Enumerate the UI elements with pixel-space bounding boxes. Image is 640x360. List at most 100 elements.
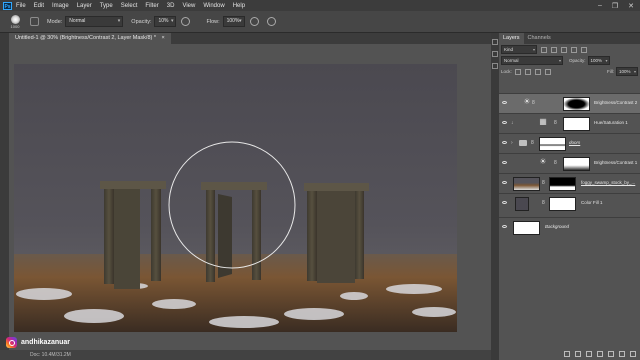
color-fill-thumbnail[interactable]	[515, 197, 529, 211]
document-tab[interactable]: Untitled-1 @ 30% (Brightness/Contrast 2,…	[9, 33, 171, 44]
layer-name: Color Fill 1	[581, 200, 603, 205]
link-icon: 8	[554, 160, 557, 166]
tab-channels[interactable]: Channels	[524, 33, 555, 44]
menu-edit[interactable]: Edit	[34, 3, 44, 9]
layer-row[interactable]: ☀ 8 Brightness/Contrast 2	[499, 93, 640, 113]
background-thumbnail[interactable]	[513, 221, 540, 235]
layer-mask-thumbnail[interactable]	[549, 177, 576, 191]
layer-mask-thumbnail[interactable]	[563, 117, 590, 131]
close-window-icon[interactable]: ✕	[628, 2, 634, 10]
instagram-icon	[6, 337, 17, 348]
flow-label: Flow:	[206, 18, 220, 25]
fill-field[interactable]: 100%	[616, 67, 638, 76]
layer-image-thumbnail[interactable]	[513, 177, 540, 191]
layer-opacity-label: Opacity:	[569, 58, 586, 63]
lock-image-icon[interactable]	[524, 68, 531, 75]
restore-icon[interactable]: ❐	[612, 2, 618, 10]
new-adjustment-icon[interactable]	[597, 351, 603, 357]
group-mask-thumbnail[interactable]	[539, 137, 566, 151]
lock-label: Lock:	[501, 69, 512, 74]
fill-label: Fill:	[607, 69, 614, 74]
delete-layer-icon[interactable]	[630, 351, 636, 357]
brush-preset-picker[interactable]: 1000	[4, 14, 26, 30]
properties-icon[interactable]	[492, 51, 498, 57]
menu-type[interactable]: Type	[100, 3, 113, 9]
type-filter-icon[interactable]	[561, 46, 567, 53]
visibility-eye-icon[interactable]	[502, 101, 507, 104]
layers-bottom-toolbar	[499, 351, 640, 360]
menu-view[interactable]: View	[182, 3, 195, 9]
menu-window[interactable]: Window	[203, 3, 224, 9]
link-icon: 8	[531, 140, 534, 146]
brush-settings-icon[interactable]	[30, 17, 39, 26]
menu-bar: Ps File Edit Image Layer Type Select Fil…	[0, 0, 640, 11]
instagram-handle: andhikazanuar	[21, 339, 71, 346]
menu-image[interactable]: Image	[52, 3, 69, 9]
document-title: Untitled-1 @ 30% (Brightness/Contrast 2,…	[15, 35, 157, 41]
flow-field[interactable]: 100%	[222, 16, 245, 27]
kind-filter-dropdown[interactable]: Kind	[501, 45, 537, 54]
menu-layer[interactable]: Layer	[77, 3, 92, 9]
link-layers-icon[interactable]	[564, 351, 570, 357]
layer-row[interactable]: ↓ ▦ 8 Hue/Saturation 1	[499, 113, 640, 133]
layer-mask-thumbnail[interactable]	[563, 157, 590, 171]
close-tab-icon[interactable]: ×	[162, 35, 165, 41]
photoshop-logo-icon[interactable]: Ps	[3, 1, 12, 10]
layer-opacity-field[interactable]: 100%	[587, 56, 610, 65]
layer-row[interactable]: 8 Color Fill 1	[499, 193, 640, 213]
lock-all-icon[interactable]	[544, 68, 551, 75]
layer-row[interactable]: › 8 doors	[499, 133, 640, 153]
mode-dropdown[interactable]: Normal	[65, 16, 124, 27]
layer-name: Brightness/Contrast 2	[594, 100, 638, 105]
link-icon: 8	[554, 120, 557, 126]
layer-name: Background	[545, 224, 570, 229]
panel-tabs: Layers Channels	[499, 33, 640, 44]
layer-name: Hue/Saturation 1	[594, 120, 628, 125]
adjustment-filter-icon[interactable]	[551, 46, 557, 53]
menu-filter[interactable]: Filter	[145, 3, 158, 9]
brightness-icon: ☀	[523, 97, 531, 106]
visibility-eye-icon[interactable]	[502, 201, 507, 204]
menu-file[interactable]: File	[16, 3, 26, 9]
doc-size-status: Doc: 10.4M/31.2M	[30, 352, 71, 358]
document-canvas[interactable]	[14, 64, 457, 332]
visibility-eye-icon[interactable]	[502, 225, 507, 228]
airbrush-icon[interactable]	[249, 17, 259, 26]
instagram-watermark: andhikazanuar	[6, 337, 70, 348]
lock-position-icon[interactable]	[534, 68, 541, 75]
menu-3d[interactable]: 3D	[167, 3, 175, 9]
lock-pixels-icon[interactable]	[514, 68, 521, 75]
layer-row[interactable]: Background	[499, 217, 640, 237]
new-group-icon[interactable]	[608, 351, 614, 357]
visibility-eye-icon[interactable]	[502, 141, 507, 144]
visibility-eye-icon[interactable]	[502, 161, 507, 164]
menu-select[interactable]: Select	[121, 3, 138, 9]
add-mask-icon[interactable]	[586, 351, 592, 357]
swatches-icon[interactable]	[492, 63, 498, 69]
blend-mode-dropdown[interactable]: Normal	[501, 56, 563, 65]
layer-row[interactable]: 8 foggy_swamp_stock_by_...	[499, 173, 640, 193]
menu-help[interactable]: Help	[233, 3, 245, 9]
pressure-opacity-icon[interactable]	[181, 17, 191, 26]
status-bar: Doc: 10.4M/31.2M	[0, 350, 491, 360]
visibility-eye-icon[interactable]	[502, 181, 507, 184]
layer-row[interactable]: ☀ 8 Brightness/Contrast 1	[499, 153, 640, 173]
shape-filter-icon[interactable]	[571, 46, 577, 53]
pixel-filter-icon[interactable]	[541, 46, 547, 53]
lock-row: Lock: Fill: 100%	[499, 66, 640, 77]
pressure-size-icon[interactable]	[266, 17, 276, 26]
new-layer-icon[interactable]	[619, 351, 625, 357]
tab-layers[interactable]: Layers	[499, 33, 524, 44]
blend-row: Normal Opacity: 100%	[499, 55, 640, 66]
history-icon[interactable]	[492, 39, 498, 45]
opacity-field[interactable]: 10%	[154, 16, 177, 27]
smart-object-filter-icon[interactable]	[581, 46, 587, 53]
layer-mask-thumbnail[interactable]	[563, 97, 590, 111]
layer-mask-thumbnail[interactable]	[549, 197, 576, 211]
visibility-eye-icon[interactable]	[502, 121, 507, 124]
add-style-icon[interactable]	[575, 351, 581, 357]
layer-name: Brightness/Contrast 1	[594, 160, 638, 165]
opacity-label: Opacity:	[131, 18, 152, 25]
expand-arrow-icon[interactable]: ›	[511, 140, 513, 146]
minimize-icon[interactable]: –	[598, 2, 602, 10]
